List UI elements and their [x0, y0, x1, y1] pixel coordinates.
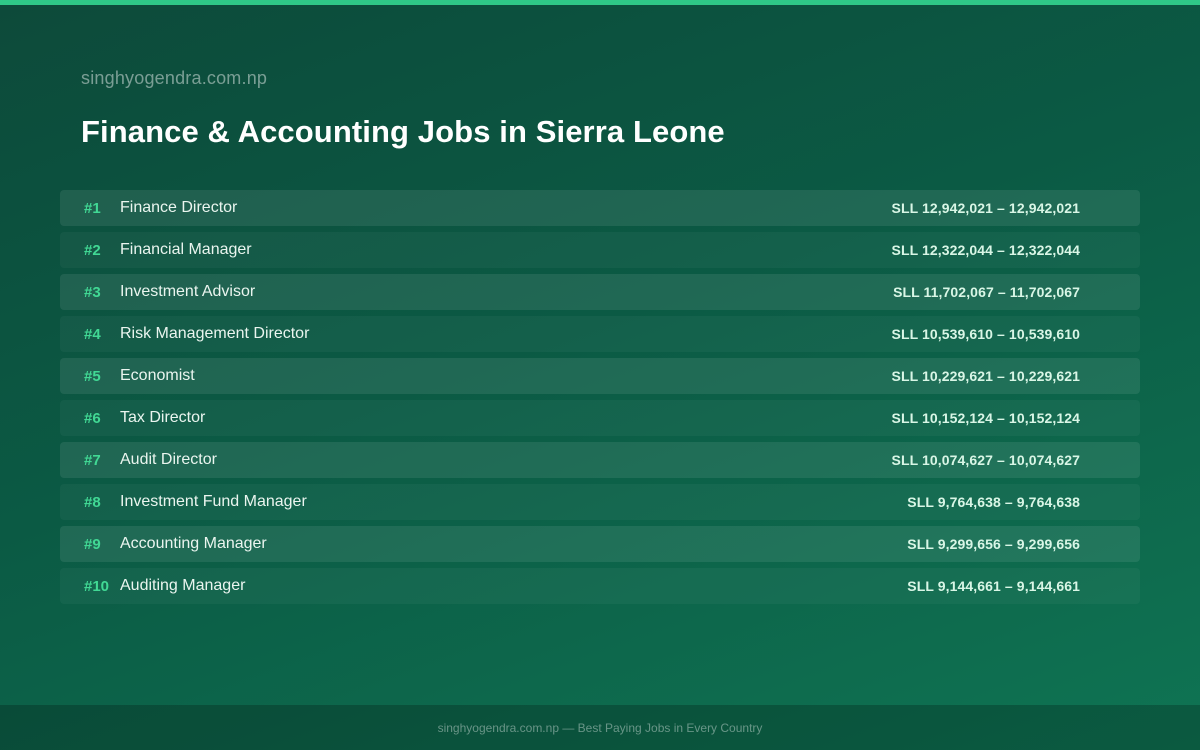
job-title: Financial Manager — [120, 241, 252, 258]
job-salary: SLL 11,702,067 – 11,702,067 — [893, 284, 1080, 300]
job-rank: #3 — [84, 283, 101, 301]
job-rank: #5 — [84, 367, 101, 385]
job-rank: #2 — [84, 241, 101, 259]
footer-text: singhyogendra.com.np — Best Paying Jobs … — [437, 720, 763, 735]
job-salary: SLL 12,942,021 – 12,942,021 — [891, 200, 1080, 216]
top-accent-bar — [0, 0, 1200, 5]
job-title: Audit Director — [120, 451, 217, 468]
job-title: Accounting Manager — [120, 535, 267, 552]
job-title: Risk Management Director — [120, 325, 310, 342]
job-title: Investment Advisor — [120, 283, 256, 300]
job-salary: SLL 10,229,621 – 10,229,621 — [891, 368, 1080, 384]
job-salary: SLL 9,144,661 – 9,144,661 — [907, 578, 1080, 594]
job-row: #7 Audit Director SLL 10,074,627 – 10,07… — [60, 442, 1140, 478]
job-rank: #7 — [84, 451, 101, 469]
job-salary: SLL 10,152,124 – 10,152,124 — [891, 410, 1080, 426]
job-row: #8 Investment Fund Manager SLL 9,764,638… — [60, 484, 1140, 520]
job-rank: #8 — [84, 493, 101, 511]
job-rank: #4 — [84, 325, 101, 343]
job-salary: SLL 9,764,638 – 9,764,638 — [907, 494, 1080, 510]
job-salary: SLL 10,539,610 – 10,539,610 — [891, 326, 1080, 342]
job-rank: #10 — [84, 577, 110, 595]
job-title: Tax Director — [120, 409, 206, 426]
site-name: singhyogendra.com.np — [81, 68, 268, 88]
job-row: #9 Accounting Manager SLL 9,299,656 – 9,… — [60, 526, 1140, 562]
job-row: #10 Auditing Manager SLL 9,144,661 – 9,1… — [60, 568, 1140, 604]
job-salary: SLL 10,074,627 – 10,074,627 — [891, 452, 1080, 468]
job-row: #4 Risk Management Director SLL 10,539,6… — [60, 316, 1140, 352]
job-rank: #1 — [84, 199, 101, 217]
page-title: Finance & Accounting Jobs in Sierra Leon… — [81, 114, 725, 149]
job-rank: #9 — [84, 535, 101, 553]
job-row: #6 Tax Director SLL 10,152,124 – 10,152,… — [60, 400, 1140, 436]
footer: singhyogendra.com.np — Best Paying Jobs … — [0, 705, 1200, 750]
job-rank: #6 — [84, 409, 101, 427]
job-title: Auditing Manager — [120, 577, 246, 594]
job-row: #3 Investment Advisor SLL 11,702,067 – 1… — [60, 274, 1140, 310]
job-title: Investment Fund Manager — [120, 493, 307, 510]
job-title: Finance Director — [120, 199, 238, 216]
job-salary: SLL 9,299,656 – 9,299,656 — [907, 536, 1080, 552]
job-row: #5 Economist SLL 10,229,621 – 10,229,621 — [60, 358, 1140, 394]
job-title: Economist — [120, 367, 195, 384]
job-salary: SLL 12,322,044 – 12,322,044 — [891, 242, 1080, 258]
job-list: #1 Finance Director SLL 12,942,021 – 12,… — [60, 190, 1140, 610]
job-row: #2 Financial Manager SLL 12,322,044 – 12… — [60, 232, 1140, 268]
job-row: #1 Finance Director SLL 12,942,021 – 12,… — [60, 190, 1140, 226]
